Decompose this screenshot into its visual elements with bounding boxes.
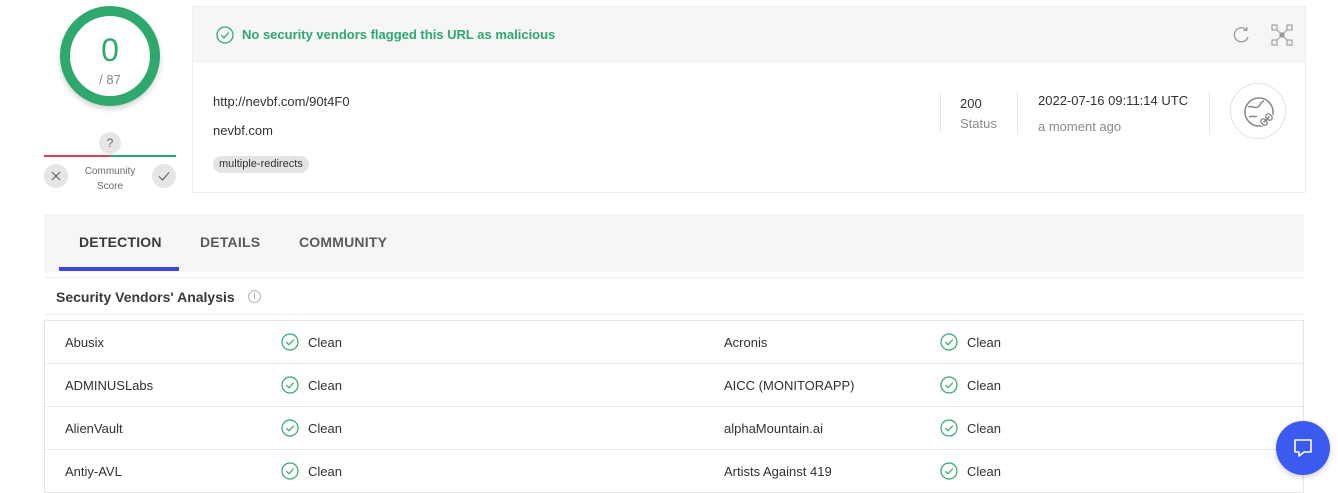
tab-community[interactable]: COMMUNITY <box>299 234 387 250</box>
active-tab-indicator <box>59 267 179 271</box>
community-vote-harmful-button[interactable] <box>44 164 68 188</box>
url-summary-card: No security vendors flagged this URL as … <box>192 6 1306 193</box>
vendor-name: alphaMountain.ai <box>724 421 824 436</box>
analyzed-url[interactable]: http://nevbf.com/90t4F0 <box>213 94 350 109</box>
vendors-section-header: Security Vendors' Analysis i <box>44 277 1304 315</box>
section-title: Security Vendors' Analysis <box>56 289 235 305</box>
chat-button[interactable] <box>1276 421 1330 475</box>
table-row: Abusix Clean Acronis Clean <box>45 321 1303 364</box>
vendor-name: AlienVault <box>65 421 123 436</box>
globe-link-icon <box>1244 97 1274 127</box>
tab-detection[interactable]: DETECTION <box>79 234 162 250</box>
url-type-badge <box>1230 83 1286 139</box>
vendor-result: Clean <box>967 421 1001 436</box>
community-bar-negative <box>44 155 110 157</box>
report-tabs: DETECTION DETAILS COMMUNITY <box>44 214 1304 272</box>
divider <box>1209 93 1210 133</box>
check-circle-icon <box>281 376 299 394</box>
check-circle-icon <box>216 26 234 44</box>
community-score-label: Community Score <box>84 166 136 192</box>
url-tag[interactable]: multiple-redirects <box>213 156 309 173</box>
table-row: ADMINUSLabs Clean AICC (MONITORAPP) Clea… <box>45 364 1303 407</box>
check-circle-icon <box>940 419 958 437</box>
vendor-result: Clean <box>308 378 342 393</box>
vendor-name: Acronis <box>724 335 768 350</box>
vendor-name: Abusix <box>65 335 105 350</box>
divider <box>1017 93 1018 133</box>
vendor-name: Artists Against 419 <box>724 464 832 479</box>
check-circle-icon <box>940 462 958 480</box>
check-icon <box>158 172 170 181</box>
http-status-label: Status <box>960 116 997 131</box>
chat-icon <box>1294 439 1312 457</box>
tab-details[interactable]: DETAILS <box>200 234 260 250</box>
detection-score-gauge: 0 / 87 <box>60 6 160 106</box>
vendor-result: Clean <box>967 464 1001 479</box>
verdict-banner: No security vendors flagged this URL as … <box>193 7 1305 63</box>
vendor-result: Clean <box>967 378 1001 393</box>
check-circle-icon <box>281 419 299 437</box>
vendor-name: Antiy-AVL <box>65 464 122 479</box>
check-circle-icon <box>281 333 299 351</box>
check-circle-icon <box>281 462 299 480</box>
vendor-name: ADMINUSLabs <box>65 378 154 393</box>
check-circle-icon <box>940 333 958 351</box>
vendor-result: Clean <box>308 421 342 436</box>
refresh-icon[interactable] <box>1231 24 1253 46</box>
info-icon[interactable]: i <box>248 290 261 303</box>
vendor-name: AICC (MONITORAPP) <box>724 378 855 393</box>
x-icon <box>51 171 61 181</box>
community-score-marker: ? <box>99 132 121 156</box>
check-circle-icon <box>940 376 958 394</box>
analysis-date: 2022-07-16 09:11:14 UTC <box>1038 93 1189 108</box>
table-row: AlienVault Clean alphaMountain.ai Clean <box>45 407 1303 450</box>
vendor-result: Clean <box>308 335 342 350</box>
vendor-total: / 87 <box>99 72 121 87</box>
graph-icon[interactable] <box>1271 24 1293 46</box>
http-status-code: 200 <box>960 96 982 111</box>
vendor-result: Clean <box>308 464 342 479</box>
divider <box>940 93 941 133</box>
community-vote-harmless-button[interactable] <box>152 164 176 188</box>
verdict-text: No security vendors flagged this URL as … <box>242 27 556 42</box>
community-bar-positive <box>110 155 176 157</box>
vendors-table: Abusix Clean Acronis Clean ADMINUSLabs C… <box>44 320 1304 493</box>
detection-count: 0 <box>101 32 119 68</box>
analysis-relative-time: a moment ago <box>1038 119 1122 134</box>
url-domain[interactable]: nevbf.com <box>213 123 273 138</box>
vendor-result: Clean <box>967 335 1001 350</box>
